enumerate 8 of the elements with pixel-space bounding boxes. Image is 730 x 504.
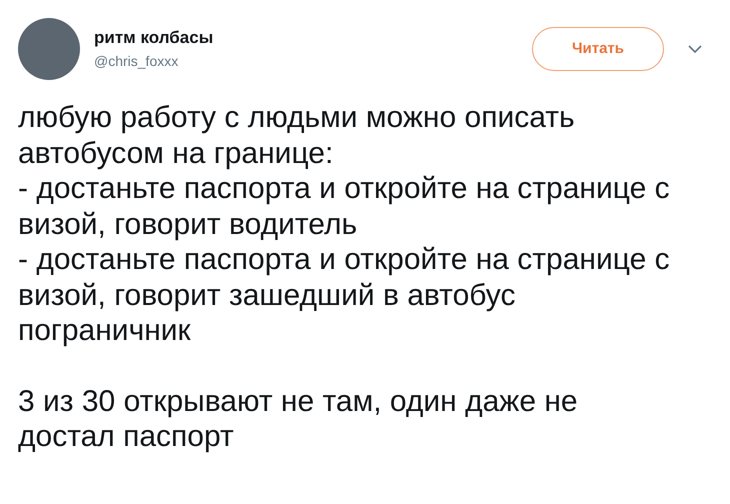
tweet-text: - достаньте паспорта и откройте на странице с визой, говорит водитель xyxy=(18,171,671,242)
tweet-text: любую работу с людьми можно описать автобусом на границе: xyxy=(18,100,576,171)
tweet-text: - достаньте паспорта и откройте на странице с визой, говорит зашедший в автобус пограничник xyxy=(18,242,671,348)
author-handle[interactable]: @chris_foxxx xyxy=(94,51,214,71)
chevron-down-icon[interactable] xyxy=(688,44,702,54)
author-name[interactable]: ритм колбасы xyxy=(94,27,214,49)
tweet-text: 3 из 30 открывают не там, один даже не достал паспорт xyxy=(18,384,579,454)
follow-button[interactable]: Читать xyxy=(532,27,664,71)
